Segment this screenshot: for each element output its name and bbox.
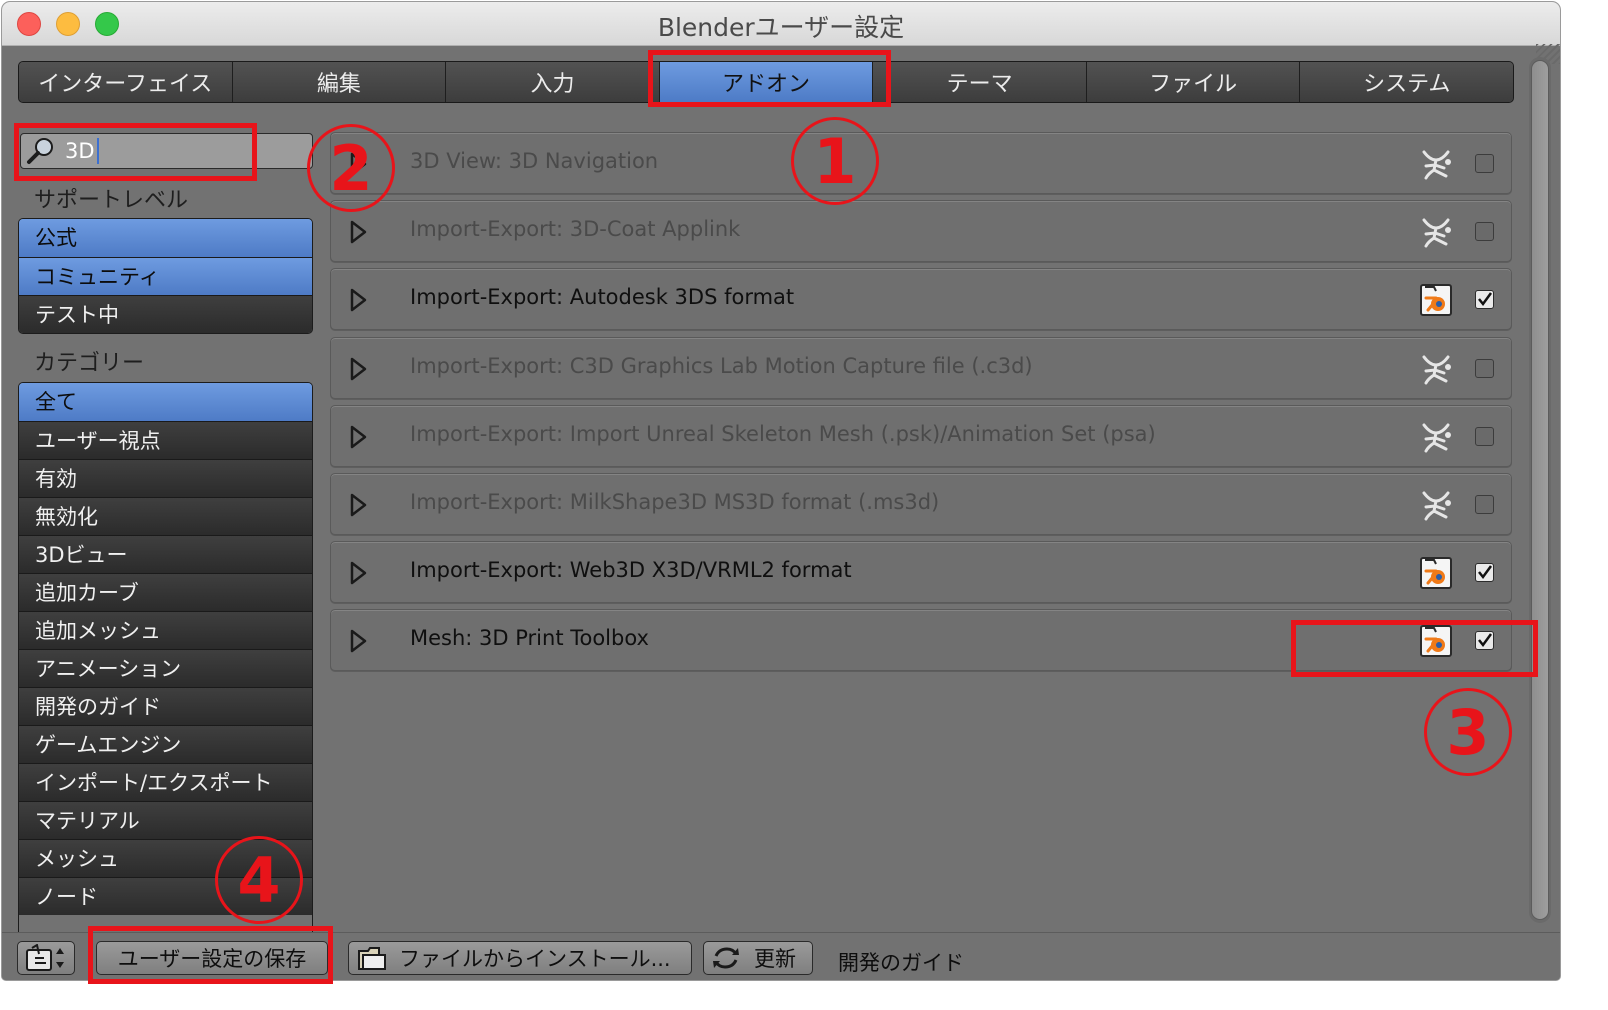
category-user[interactable]: ユーザー視点 (19, 421, 312, 459)
annotation-number-4: 4 (215, 836, 303, 924)
category-animation[interactable]: アニメーション (19, 649, 312, 687)
tab-input[interactable]: 入力 (446, 62, 660, 102)
addon-name: 3D View: 3D Navigation (410, 149, 659, 173)
addon-name: Mesh: 3D Print Toolbox (410, 626, 649, 650)
category-enabled[interactable]: 有効 (19, 459, 312, 497)
addon-row[interactable]: Import-Export: Import Unreal Skeleton Me… (330, 405, 1512, 467)
category-disabled[interactable]: 無効化 (19, 497, 312, 535)
development-guide-label: 開発のガイド (838, 951, 964, 975)
support-level-testing[interactable]: テスト中 (19, 295, 312, 333)
community-icon (1422, 491, 1451, 521)
tab-system[interactable]: システム (1300, 62, 1513, 102)
addon-enable-checkbox[interactable] (1475, 290, 1494, 309)
scrollbar-thumb[interactable] (1531, 60, 1549, 920)
title-bar: Blenderユーザー設定 (2, 2, 1560, 46)
addon-row[interactable]: Import-Export: C3D Graphics Lab Motion C… (330, 337, 1512, 399)
category-add-curve[interactable]: 追加カーブ (19, 573, 312, 611)
community-icon (1422, 355, 1451, 385)
community-icon (1422, 150, 1451, 180)
expand-arrow-icon[interactable] (349, 424, 369, 450)
addon-row[interactable]: Import-Export: Web3D X3D/VRML2 format (330, 541, 1512, 603)
addon-row[interactable]: 3D View: 3D Navigation (330, 132, 1512, 194)
window-title: Blenderユーザー設定 (657, 13, 905, 42)
install-from-file-label: ファイルからインストール... (399, 947, 671, 971)
expand-arrow-icon[interactable] (349, 560, 369, 586)
addon-enable-checkbox[interactable] (1475, 154, 1494, 173)
editor-type-button[interactable] (17, 941, 75, 975)
annotation-highlight-search (14, 123, 257, 181)
annotation-highlight-addons-tab (648, 50, 891, 107)
addon-name: Import-Export: 3D-Coat Applink (410, 217, 741, 241)
check-icon (1478, 565, 1493, 580)
addon-enable-checkbox[interactable] (1475, 427, 1494, 446)
addon-row[interactable]: Import-Export: Autodesk 3DS format (330, 268, 1512, 330)
category-game-engine[interactable]: ゲームエンジン (19, 725, 312, 763)
annotation-highlight-save (88, 926, 333, 984)
addon-enable-checkbox[interactable] (1475, 222, 1494, 241)
refresh-icon (713, 947, 739, 969)
support-level-list: 公式 コミュニティ テスト中 (18, 218, 313, 334)
addon-enable-checkbox[interactable] (1475, 495, 1494, 514)
refresh-button[interactable]: 更新 (703, 941, 813, 975)
refresh-label: 更新 (754, 947, 796, 971)
support-level-heading: サポートレベル (34, 188, 189, 213)
addon-enable-checkbox[interactable] (1475, 359, 1494, 378)
addon-name: Import-Export: Autodesk 3DS format (410, 285, 795, 309)
category-development[interactable]: 開発のガイド (19, 687, 312, 725)
annotation-highlight-checkbox (1291, 620, 1538, 677)
blender-official-icon (1420, 284, 1452, 316)
annotation-number-1: 1 (791, 117, 879, 205)
expand-arrow-icon[interactable] (349, 287, 369, 313)
scrollbar[interactable] (1529, 57, 1551, 923)
category-material[interactable]: マテリアル (19, 801, 312, 839)
tab-interface[interactable]: インターフェイス (19, 62, 233, 102)
addon-name: Import-Export: C3D Graphics Lab Motion C… (410, 354, 1033, 378)
tab-editing[interactable]: 編集 (232, 62, 447, 102)
support-level-official[interactable]: 公式 (19, 219, 312, 257)
tab-themes[interactable]: テーマ (873, 62, 1087, 102)
community-icon (1422, 423, 1451, 453)
tab-file[interactable]: ファイル (1086, 62, 1301, 102)
blender-official-icon (1420, 557, 1452, 589)
annotation-number-2: 2 (307, 124, 395, 212)
expand-arrow-icon[interactable] (349, 219, 369, 245)
addon-name: Import-Export: Web3D X3D/VRML2 format (410, 558, 852, 582)
addon-enable-checkbox[interactable] (1475, 563, 1494, 582)
support-level-community[interactable]: コミュニティ (19, 257, 312, 295)
install-from-file-button[interactable]: ファイルからインストール... (348, 941, 692, 975)
expand-arrow-icon[interactable] (349, 356, 369, 382)
addon-row[interactable]: Import-Export: MilkShape3D MS3D format (… (330, 473, 1512, 535)
expand-arrow-icon[interactable] (349, 492, 369, 518)
category-3d-view[interactable]: 3Dビュー (19, 535, 312, 573)
category-add-mesh[interactable]: 追加メッシュ (19, 611, 312, 649)
addon-row[interactable]: Import-Export: 3D-Coat Applink (330, 200, 1512, 262)
category-import-export[interactable]: インポート/エクスポート (19, 763, 312, 801)
community-icon (1422, 218, 1451, 248)
folder-icon (358, 947, 386, 970)
annotation-number-3: 3 (1424, 688, 1512, 776)
check-icon (1478, 292, 1493, 307)
expand-arrow-icon[interactable] (349, 628, 369, 654)
categories-heading: カテゴリー (34, 351, 145, 376)
preferences-editor-icon (26, 944, 64, 971)
addon-name: Import-Export: MilkShape3D MS3D format (… (410, 490, 940, 514)
category-all[interactable]: 全て (19, 383, 312, 421)
addon-name: Import-Export: Import Unreal Skeleton Me… (410, 422, 1156, 446)
